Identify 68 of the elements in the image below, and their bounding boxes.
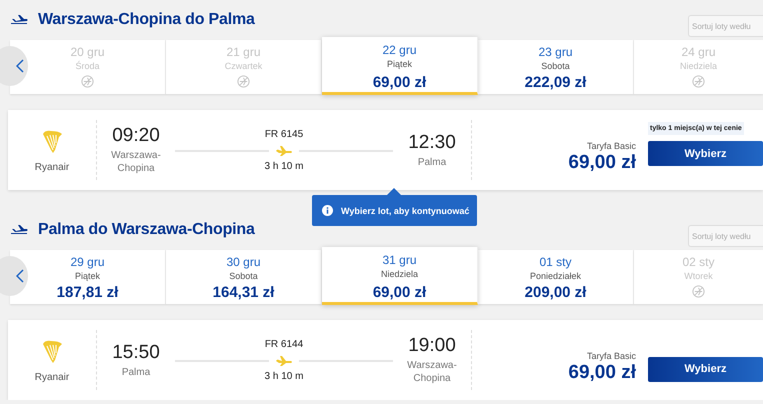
date-tab[interactable]: 29 gru Piątek 187,81 zł xyxy=(10,250,166,304)
departure-airport: Palma xyxy=(120,366,152,378)
date-label: 01 sty xyxy=(539,255,572,269)
weekday-label: Sobota xyxy=(229,271,258,281)
date-tab[interactable]: 23 gru Sobota 222,09 zł xyxy=(478,40,634,94)
weekday-label: Poniedziałek xyxy=(530,271,582,281)
date-label: 21 gru xyxy=(226,45,261,59)
departure-time: 15:50 xyxy=(112,342,160,364)
weekday-label: Wtorek xyxy=(684,271,713,281)
airline-name: Ryanair xyxy=(34,372,70,382)
weekday-label: Czwartek xyxy=(224,61,262,71)
fare-label: Taryfa Basic xyxy=(586,350,636,360)
arrival-airport: Palma xyxy=(416,156,448,168)
weekday-label: Piątek xyxy=(74,271,100,281)
date-label: 20 gru xyxy=(70,45,105,59)
arrival-airport: Warszawa-Chopina xyxy=(406,359,458,385)
no-flight-icon xyxy=(692,285,705,298)
fare-price: 69,00 zł xyxy=(568,362,636,384)
no-flight-icon xyxy=(692,75,705,88)
flight-duration: 3 h 10 m xyxy=(264,370,304,382)
date-price: 164,31 zł xyxy=(212,284,274,301)
departure-time: 09:20 xyxy=(112,125,160,147)
arrival-time: 12:30 xyxy=(408,132,456,154)
no-flight-icon xyxy=(237,75,250,88)
tooltip-text: Wybierz lot, aby kontynuować xyxy=(341,206,470,216)
flight-number: FR 6144 xyxy=(264,338,304,350)
arrival-time: 19:00 xyxy=(408,335,456,357)
fare-price: 69,00 zł xyxy=(568,152,636,174)
date-label: 31 gru xyxy=(382,253,417,267)
no-flight-icon xyxy=(81,75,94,88)
date-price: 187,81 zł xyxy=(56,284,118,301)
chevron-left-icon xyxy=(16,59,24,73)
select-button[interactable]: Wybierz xyxy=(648,141,763,166)
date-tab[interactable]: 30 gru Sobota 164,31 zł xyxy=(166,250,322,304)
date-price: 69,00 zł xyxy=(372,284,426,301)
weekday-label: Niedziela xyxy=(380,269,418,279)
fare-label: Taryfa Basic xyxy=(586,140,636,150)
sort-field[interactable]: Sortuj loty wedłu xyxy=(688,225,763,247)
weekday-label: Piątek xyxy=(386,59,412,69)
weekday-label: Środa xyxy=(75,61,100,71)
section-title: Palma do Warszawa-Chopina xyxy=(38,221,255,239)
date-tab[interactable]: 31 gru Niedziela 69,00 zł xyxy=(322,247,478,305)
flight-number: FR 6145 xyxy=(264,128,304,140)
date-price: 69,00 zł xyxy=(372,74,426,91)
section-title: Warszawa-Chopina do Palma xyxy=(38,11,255,29)
plane-icon xyxy=(275,146,293,156)
date-price: 209,00 zł xyxy=(524,284,586,301)
date-tab[interactable]: 22 gru Piątek 69,00 zł xyxy=(322,37,478,95)
weekday-label: Sobota xyxy=(541,61,570,71)
date-label: 23 gru xyxy=(538,45,573,59)
plane-icon xyxy=(10,224,28,236)
plane-icon xyxy=(10,14,28,26)
info-icon xyxy=(322,205,333,216)
date-label: 30 gru xyxy=(226,255,261,269)
date-price: 222,09 zł xyxy=(524,74,586,91)
date-label: 29 gru xyxy=(70,255,105,269)
weekday-label: Niedziela xyxy=(680,61,718,71)
flight-duration: 3 h 10 m xyxy=(264,160,304,172)
date-label: 24 gru xyxy=(681,45,716,59)
date-label: 22 gru xyxy=(382,43,417,57)
departure-airport: Warszawa-Chopina xyxy=(110,149,162,175)
select-button[interactable]: Wybierz xyxy=(648,356,763,382)
date-tab[interactable]: 01 sty Poniedziałek 209,00 zł xyxy=(478,250,634,304)
sort-field[interactable]: Sortuj loty wedłu xyxy=(688,15,763,37)
chevron-left-icon xyxy=(16,269,24,283)
airline-name: Ryanair xyxy=(34,162,70,172)
plane-icon xyxy=(275,356,293,366)
date-label: 02 sty xyxy=(682,255,714,269)
